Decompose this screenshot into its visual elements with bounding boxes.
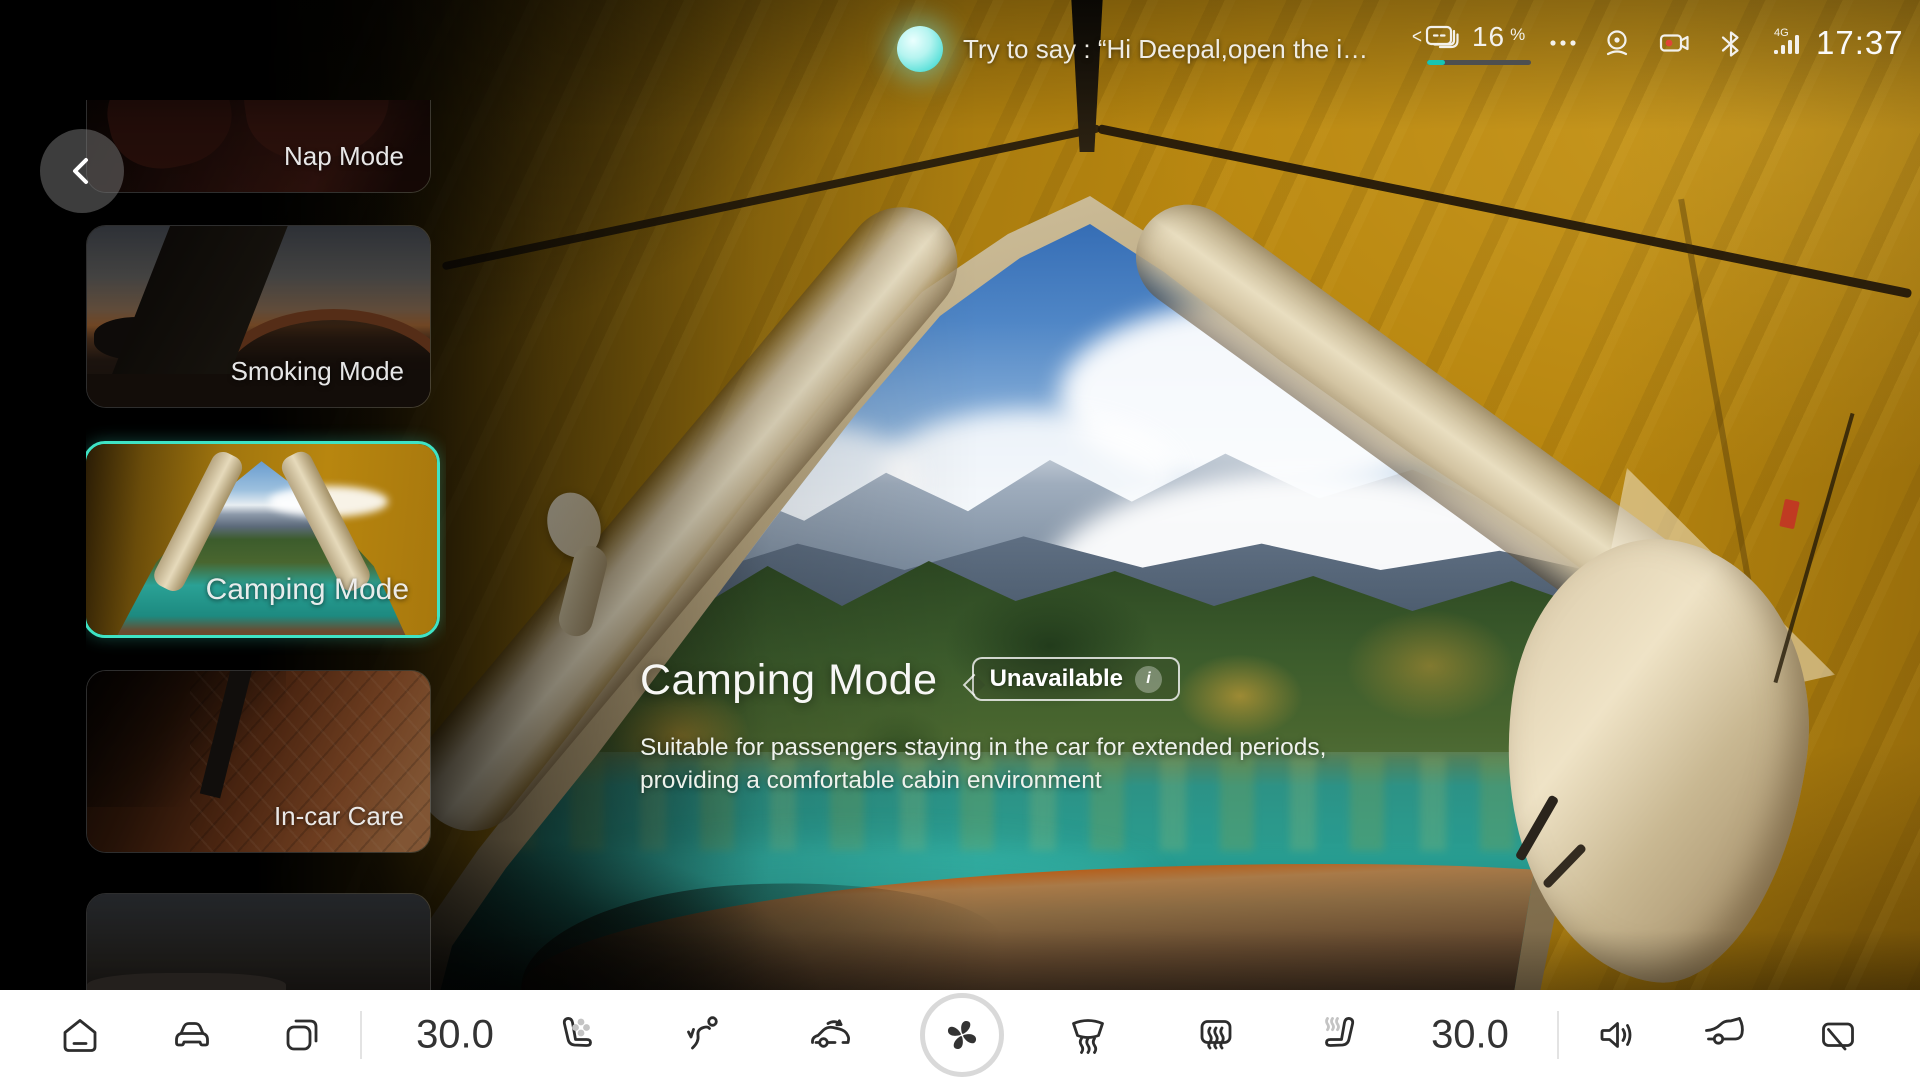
screen-off-button[interactable] xyxy=(1806,1003,1870,1067)
status-bar: Try to say : “Hi Deepal,open the i… < 16… xyxy=(0,0,1920,78)
unavailable-badge: Unavailable i xyxy=(972,657,1180,701)
trunk-icon xyxy=(1700,1011,1748,1059)
chevron-left-icon xyxy=(65,154,99,188)
bluetooth-icon[interactable] xyxy=(1718,28,1744,60)
mode-card-smoking[interactable]: Smoking Mode xyxy=(86,225,431,408)
temperature-left[interactable]: 30.0 xyxy=(390,1013,520,1058)
battery-pack-icon xyxy=(1424,20,1462,54)
mode-title: Camping Mode xyxy=(640,656,938,705)
clock: 17:37 xyxy=(1816,24,1904,62)
signal-icon: 4G xyxy=(1768,24,1808,60)
mode-detail: Camping Mode Unavailable i Suitable for … xyxy=(640,656,1326,797)
voice-assistant-orb[interactable] xyxy=(897,26,943,72)
front-defrost-icon xyxy=(1064,1011,1112,1059)
screen-off-icon xyxy=(1814,1011,1862,1059)
seat-heating-icon xyxy=(1316,1011,1364,1059)
home-icon xyxy=(56,1011,104,1059)
mode-card-label: Smoking Mode xyxy=(231,356,404,387)
fan-icon xyxy=(938,1011,986,1059)
battery-charge-caret: < xyxy=(1412,25,1422,49)
mode-card-nap[interactable]: Nap Mode xyxy=(86,100,431,193)
volume-button[interactable] xyxy=(1585,1003,1649,1067)
trunk-release-button[interactable] xyxy=(1692,1003,1756,1067)
mode-card-label: Nap Mode xyxy=(284,141,404,172)
battery-percent: 16 xyxy=(1472,21,1505,53)
mode-card-partial[interactable] xyxy=(86,893,431,990)
infotainment-screen: Try to say : “Hi Deepal,open the i… < 16… xyxy=(0,0,1920,1080)
airflow-direction-icon xyxy=(679,1011,727,1059)
info-icon[interactable]: i xyxy=(1135,666,1162,693)
volume-icon xyxy=(1593,1011,1641,1059)
battery-progress-fill xyxy=(1427,60,1445,65)
webcam-icon[interactable] xyxy=(1601,28,1633,58)
mode-card-camping-selected[interactable]: Camping Mode xyxy=(86,441,440,638)
battery-progress-bar xyxy=(1427,60,1531,65)
battery-status: < 16 % xyxy=(1412,20,1525,54)
back-button[interactable] xyxy=(40,129,124,213)
svg-text:4G: 4G xyxy=(1774,27,1789,39)
badge-label: Unavailable xyxy=(990,665,1123,693)
dock-divider xyxy=(360,1011,362,1059)
mode-card-incar-care[interactable]: In-car Care xyxy=(86,670,431,853)
recents-icon xyxy=(278,1011,326,1059)
voice-hint-text: Try to say : “Hi Deepal,open the i… xyxy=(963,34,1368,65)
dock-divider xyxy=(1557,1011,1559,1059)
recirculation-button[interactable] xyxy=(798,1003,862,1067)
climate-dock: 30.0 xyxy=(0,990,1920,1080)
more-icon[interactable] xyxy=(1546,28,1580,58)
recirculation-icon xyxy=(806,1011,854,1059)
recorder-icon[interactable] xyxy=(1658,28,1692,58)
rear-defrost-icon xyxy=(1192,1011,1240,1059)
seat-ventilation-button[interactable] xyxy=(545,1003,609,1067)
rear-defrost-button[interactable] xyxy=(1184,1003,1248,1067)
mode-card-list: Nap Mode Smoking Mode Camping Mode In-ca… xyxy=(86,100,446,990)
vehicle-button[interactable] xyxy=(160,1003,224,1067)
front-defrost-button[interactable] xyxy=(1056,1003,1120,1067)
mode-description: Suitable for passengers staying in the c… xyxy=(640,731,1326,797)
recent-apps-button[interactable] xyxy=(270,1003,334,1067)
seat-ventilation-icon xyxy=(553,1011,601,1059)
seat-heating-button[interactable] xyxy=(1308,1003,1372,1067)
mode-card-label: Camping Mode xyxy=(206,573,409,607)
fan-speed-button[interactable] xyxy=(920,993,1004,1077)
home-button[interactable] xyxy=(48,1003,112,1067)
temperature-right[interactable]: 30.0 xyxy=(1405,1013,1535,1058)
battery-percent-unit: % xyxy=(1510,25,1525,45)
mode-card-label: In-car Care xyxy=(274,801,404,832)
car-front-icon xyxy=(168,1011,216,1059)
airflow-direction-button[interactable] xyxy=(671,1003,735,1067)
